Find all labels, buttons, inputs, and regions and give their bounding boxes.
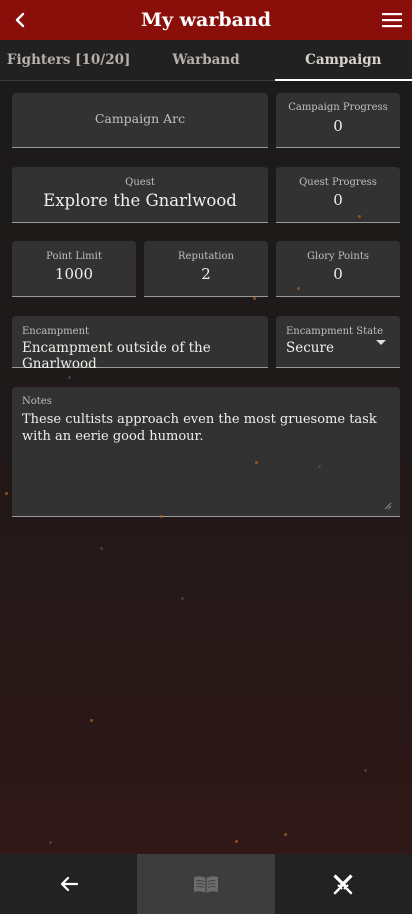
quest-value: Explore the Gnarlwood bbox=[43, 191, 237, 210]
campaign-progress-label: Campaign Progress bbox=[288, 102, 388, 113]
campaign-arc-field[interactable]: Campaign Arc bbox=[12, 93, 268, 148]
encampment-field[interactable]: Encampment Encampment outside of the Gna… bbox=[12, 316, 268, 372]
quest-field[interactable]: Quest Explore the Gnarlwood bbox=[12, 167, 268, 223]
ember-spark bbox=[253, 297, 256, 300]
ember-spark bbox=[68, 376, 71, 379]
glory-points-value: 0 bbox=[333, 265, 343, 283]
ember-spark bbox=[5, 492, 8, 495]
encampment-value: Encampment outside of the Gnarlwood bbox=[22, 340, 211, 372]
dropdown-arrow-icon[interactable] bbox=[376, 340, 386, 345]
ember-spark bbox=[181, 597, 184, 600]
chevron-left-icon[interactable] bbox=[10, 9, 32, 31]
ember-spark bbox=[100, 547, 103, 550]
quest-progress-field[interactable]: Quest Progress 0 bbox=[276, 167, 400, 223]
crossed-swords-icon bbox=[333, 874, 353, 895]
notes-label: Notes bbox=[22, 396, 52, 407]
ember-spark bbox=[49, 841, 52, 844]
bottom-nav-back[interactable] bbox=[0, 854, 137, 914]
ember-spark bbox=[284, 833, 287, 836]
ember-spark bbox=[160, 515, 163, 518]
reputation-label: Reputation bbox=[178, 251, 234, 262]
hamburger-menu-icon[interactable] bbox=[382, 11, 402, 29]
ember-spark bbox=[90, 719, 93, 722]
glory-points-label: Glory Points bbox=[307, 251, 369, 262]
ember-spark bbox=[235, 840, 238, 843]
open-book-icon bbox=[193, 876, 218, 893]
ember-spark bbox=[358, 215, 361, 218]
bottom-nav bbox=[0, 854, 412, 914]
encampment-state-label: Encampment State bbox=[286, 326, 383, 337]
tab-fighters[interactable]: Fighters [10/20] bbox=[0, 40, 137, 80]
app-header: My warband bbox=[0, 0, 412, 40]
quest-label: Quest bbox=[125, 177, 155, 188]
bottom-nav-battle[interactable] bbox=[275, 854, 412, 914]
tab-campaign[interactable]: Campaign bbox=[274, 40, 412, 81]
bottom-nav-rules[interactable] bbox=[137, 854, 275, 914]
point-limit-value: 1000 bbox=[54, 265, 94, 283]
glory-points-field[interactable]: Glory Points 0 bbox=[276, 241, 400, 297]
ember-spark bbox=[297, 287, 300, 290]
page-title: My warband bbox=[140, 9, 272, 31]
resize-grip-icon[interactable] bbox=[382, 500, 392, 510]
notes-value: These cultists approach even the most gr… bbox=[22, 412, 377, 444]
tab-bar: Fighters [10/20] Warband Campaign bbox=[0, 40, 412, 81]
quest-progress-value: 0 bbox=[333, 191, 343, 209]
campaign-progress-value: 0 bbox=[333, 117, 343, 135]
point-limit-label: Point Limit bbox=[46, 251, 102, 262]
tab-warband[interactable]: Warband bbox=[137, 40, 274, 80]
ember-spark bbox=[318, 465, 321, 468]
encampment-label: Encampment bbox=[22, 326, 90, 337]
reputation-value: 2 bbox=[201, 265, 211, 283]
campaign-arc-label: Campaign Arc bbox=[94, 111, 186, 126]
arrow-left-icon bbox=[60, 876, 78, 892]
notes-textarea[interactable]: Notes These cultists approach even the m… bbox=[12, 387, 400, 517]
reputation-field[interactable]: Reputation 2 bbox=[144, 241, 268, 297]
point-limit-field[interactable]: Point Limit 1000 bbox=[12, 241, 136, 297]
ember-spark bbox=[255, 461, 258, 464]
campaign-progress-field[interactable]: Campaign Progress 0 bbox=[276, 93, 400, 148]
ember-spark bbox=[364, 769, 367, 772]
encampment-state-select[interactable]: Encampment State Secure bbox=[276, 316, 400, 368]
quest-progress-label: Quest Progress bbox=[299, 177, 377, 188]
